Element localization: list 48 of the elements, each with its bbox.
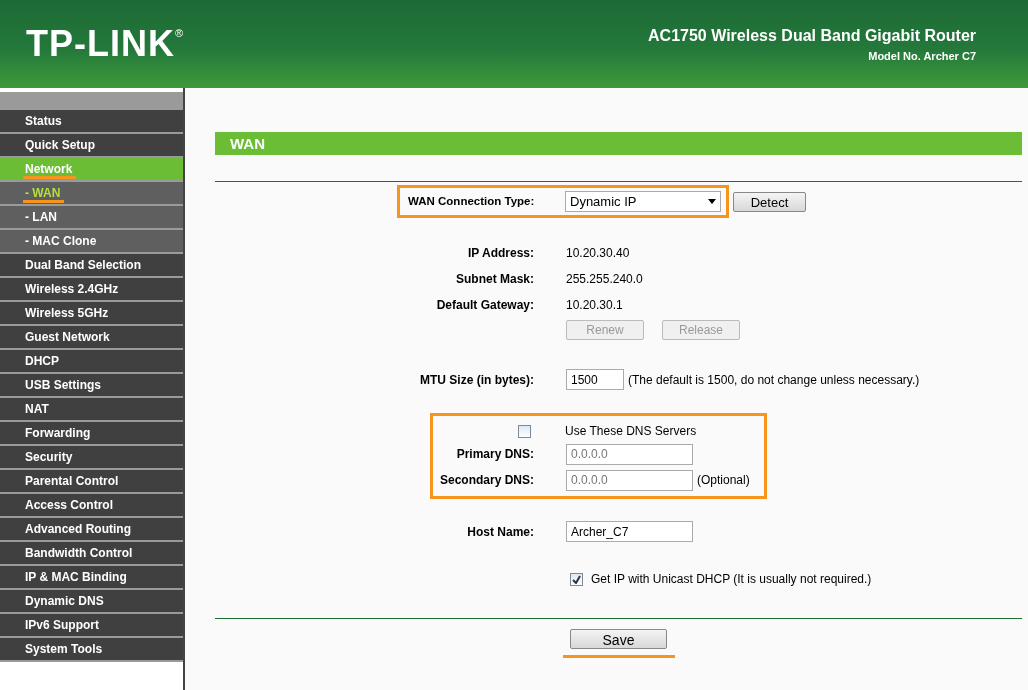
sidebar-item[interactable]: Parental Control	[0, 470, 183, 494]
sidebar-item[interactable]: Dynamic DNS	[0, 590, 183, 614]
sidebar-item[interactable]: Dual Band Selection	[0, 254, 183, 278]
field-value: 10.20.30.40	[566, 245, 630, 262]
connection-type-dropdown[interactable]: Dynamic IP	[565, 191, 721, 212]
sidebar-item[interactable]: Guest Network	[0, 326, 183, 350]
sidebar-item[interactable]: - WAN	[0, 182, 183, 206]
sidebar-item[interactable]: Wireless 2.4GHz	[0, 278, 183, 302]
sidebar-item[interactable]: - MAC Clone	[0, 230, 183, 254]
dns-input[interactable]: 0.0.0.0	[566, 443, 693, 465]
dns-input[interactable]: 0.0.0.0	[566, 469, 693, 491]
sidebar-item[interactable]: NAT	[0, 398, 183, 422]
sidebar-item[interactable]: Forwarding	[0, 422, 183, 446]
sidebar-item[interactable]: Status	[0, 110, 183, 134]
sidebar-item[interactable]: IP & MAC Binding	[0, 566, 183, 590]
brand-logo: TP-LINK$^{®}$	[26, 26, 185, 62]
field-label: IP Address:	[466, 245, 534, 262]
sidebar-item[interactable]: Access Control	[0, 494, 183, 518]
field-label: Primary DNS:	[455, 446, 534, 463]
sidebar-item[interactable]: System Tools	[0, 638, 183, 662]
host-name-input[interactable]: Archer_C7	[566, 521, 693, 542]
sidebar-item[interactable]: USB Settings	[0, 374, 183, 398]
field-value: 10.20.30.1	[566, 297, 623, 314]
sidebar-item[interactable]: Quick Setup	[0, 134, 183, 158]
field-label: Default Gateway:	[435, 297, 534, 314]
detect-button[interactable]: Detect	[733, 191, 806, 212]
section-title-bar: WAN	[215, 132, 1022, 155]
mtu-input[interactable]: 1500	[566, 369, 624, 390]
sidebar-item[interactable]: DHCP	[0, 350, 183, 374]
checkbox-label: Get IP with Unicast DHCP (It is usually not required.)	[591, 571, 872, 588]
sidebar-item[interactable]: Bandwidth Control	[0, 542, 183, 566]
field-label: Host Name:	[466, 523, 534, 541]
hint-text: (The default is 1500, do not change unless necessary.)	[628, 371, 920, 389]
sidebar-item[interactable]: Wireless 5GHz	[0, 302, 183, 326]
hint-text: (Optional)	[697, 472, 750, 489]
field-label: Subnet Mask:	[455, 271, 534, 288]
sidebar-item[interactable]: Advanced Routing	[0, 518, 183, 542]
field-label: MTU Size (in bytes):	[419, 371, 534, 389]
sidebar-item[interactable]: Security	[0, 446, 183, 470]
product-title: AC1750 Wireless Dual Band Gigabit Router	[648, 25, 976, 46]
field-value: 255.255.240.0	[566, 271, 643, 288]
sidebar-item[interactable]: IPv6 Support	[0, 614, 183, 638]
field-label: WAN Connection Type:	[407, 193, 536, 209]
model-number: Model No. Archer C7	[867, 48, 976, 64]
field-label: Secondary DNS:	[438, 472, 534, 489]
sidebar-item[interactable]: - LAN	[0, 206, 183, 230]
save-button[interactable]: Save	[570, 629, 667, 649]
checkbox-label: Use These DNS Servers	[565, 423, 697, 440]
